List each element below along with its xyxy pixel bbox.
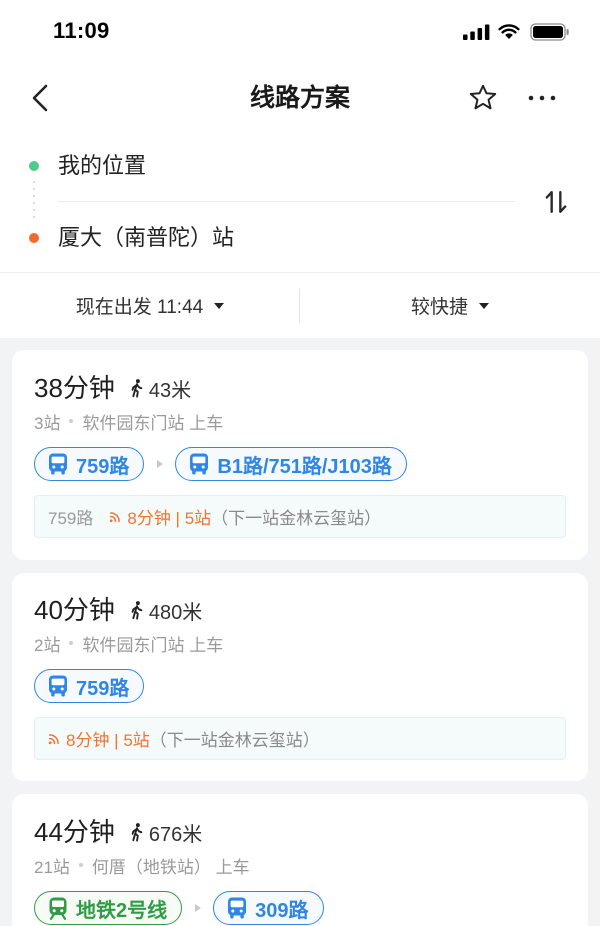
transfer-arrow-icon xyxy=(157,460,164,468)
transit-legs: 759路 xyxy=(34,669,566,703)
line-chip[interactable]: B1路/751路/J103路 xyxy=(175,447,407,481)
wifi-icon xyxy=(498,24,520,39)
walking-icon xyxy=(129,378,144,398)
stop-count: 2站 xyxy=(34,635,61,655)
line-label: B1路/751路/J103路 xyxy=(217,455,392,478)
line-label: 759路 xyxy=(76,455,130,478)
subway-icon xyxy=(46,896,70,920)
transit-legs: 地铁2号线 309路 xyxy=(34,891,566,925)
stop-count: 3站 xyxy=(34,413,61,433)
filter-bar: 现在出发 11:44 较快捷 xyxy=(0,273,600,338)
walk-distance: 43米 xyxy=(148,379,192,402)
cellular-signal-icon xyxy=(463,24,490,40)
plan-summary: 40分钟 480米 xyxy=(34,592,566,628)
plan-summary: 38分钟 43米 xyxy=(34,370,566,406)
plan-duration: 44分钟 xyxy=(34,817,115,847)
plan-duration: 38分钟 xyxy=(34,373,115,403)
realtime-eta: 8分钟 | 5站 xyxy=(66,731,150,750)
bus-icon xyxy=(187,452,211,476)
bus-icon xyxy=(46,452,70,476)
header: 线路方案 xyxy=(0,72,600,124)
walking-icon xyxy=(129,600,144,620)
route-plan-list: 38分钟 43米 3站 软件园东门站 上车 759路 B1路/751路/J103… xyxy=(0,338,600,926)
line-chip[interactable]: 地铁2号线 xyxy=(34,891,183,925)
next-stop: （下一站金林云玺站） xyxy=(149,731,320,750)
departure-time-dropdown[interactable]: 现在出发 11:44 xyxy=(0,273,300,338)
plan-details: 3站 软件园东门站 上车 xyxy=(34,409,566,433)
route-plan-card[interactable]: 38分钟 43米 3站 软件园东门站 上车 759路 B1路/751路/J103… xyxy=(12,350,588,560)
line-chip[interactable]: 309路 xyxy=(213,891,324,925)
plan-details: 2站 软件园东门站 上车 xyxy=(34,631,566,655)
realtime-info: 8分钟 | 5站 （下一站金林云玺站） xyxy=(34,717,566,760)
transfer-arrow-icon xyxy=(195,904,202,912)
swap-button[interactable] xyxy=(543,189,569,215)
route-connector xyxy=(33,181,35,223)
walk-distance: 676米 xyxy=(148,823,203,846)
line-label: 地铁2号线 xyxy=(76,899,168,922)
plan-duration: 40分钟 xyxy=(34,595,115,625)
separator-dot xyxy=(78,863,83,867)
filter-divider xyxy=(299,289,300,323)
walk-distance: 480米 xyxy=(148,601,203,624)
caret-down-icon xyxy=(479,302,489,309)
origin-field[interactable]: 我的位置 xyxy=(58,150,146,182)
line-label: 309路 xyxy=(255,899,309,922)
realtime-eta: 8分钟 | 5站 xyxy=(127,509,212,528)
divider xyxy=(58,201,515,202)
line-chip[interactable]: 759路 xyxy=(34,669,145,703)
battery-icon xyxy=(530,23,569,41)
realtime-signal-icon xyxy=(109,511,121,523)
separator-dot xyxy=(69,419,74,423)
more-button[interactable] xyxy=(527,88,557,108)
next-stop: （下一站金林云玺站） xyxy=(211,509,382,528)
separator-dot xyxy=(69,641,74,645)
realtime-line: 759路 xyxy=(48,509,94,528)
realtime-info: 759路 8分钟 | 5站 （下一站金林云玺站） xyxy=(34,495,566,538)
boarding-stop: 软件园东门站 上车 xyxy=(82,635,224,655)
preference-dropdown[interactable]: 较快捷 xyxy=(300,273,600,338)
route-plan-card[interactable]: 44分钟 676米 21站 何厝（地铁站） 上车 地铁2号线 309路 xyxy=(12,794,588,926)
preference-label: 较快捷 xyxy=(410,297,468,318)
plan-details: 21站 何厝（地铁站） 上车 xyxy=(34,853,566,877)
destination-marker xyxy=(29,233,39,243)
origin-marker xyxy=(29,161,39,171)
bus-icon xyxy=(46,674,70,698)
plan-summary: 44分钟 676米 xyxy=(34,814,566,850)
swap-icon xyxy=(545,191,567,213)
line-chip[interactable]: 759路 xyxy=(34,447,145,481)
departure-time-label: 现在出发 11:44 xyxy=(75,297,204,318)
destination-field[interactable]: 厦大（南普陀）站 xyxy=(58,222,234,254)
route-plan-page: 11:09 线路方案 我的位置 厦大（南普陀）站 现在出发 11:44 较快捷 … xyxy=(0,0,600,926)
more-icon xyxy=(528,95,556,101)
stop-count: 21站 xyxy=(34,857,70,877)
walking-icon xyxy=(129,822,144,842)
boarding-stop: 何厝（地铁站） 上车 xyxy=(91,857,250,877)
transit-legs: 759路 B1路/751路/J103路 xyxy=(34,447,566,481)
page-title: 线路方案 xyxy=(249,84,350,112)
line-label: 759路 xyxy=(76,677,130,700)
bus-icon xyxy=(225,896,249,920)
status-bar: 11:09 xyxy=(0,0,600,62)
route-endpoints: 我的位置 厦大（南普陀）站 xyxy=(0,130,600,272)
realtime-signal-icon xyxy=(48,733,60,745)
favorite-button[interactable] xyxy=(469,84,497,112)
route-plan-card[interactable]: 40分钟 480米 2站 软件园东门站 上车 759路 8分钟 | 5站 （下一… xyxy=(12,573,588,781)
caret-down-icon xyxy=(214,302,225,309)
status-time: 11:09 xyxy=(53,18,110,43)
star-icon xyxy=(469,84,497,110)
boarding-stop: 软件园东门站 上车 xyxy=(82,413,224,433)
